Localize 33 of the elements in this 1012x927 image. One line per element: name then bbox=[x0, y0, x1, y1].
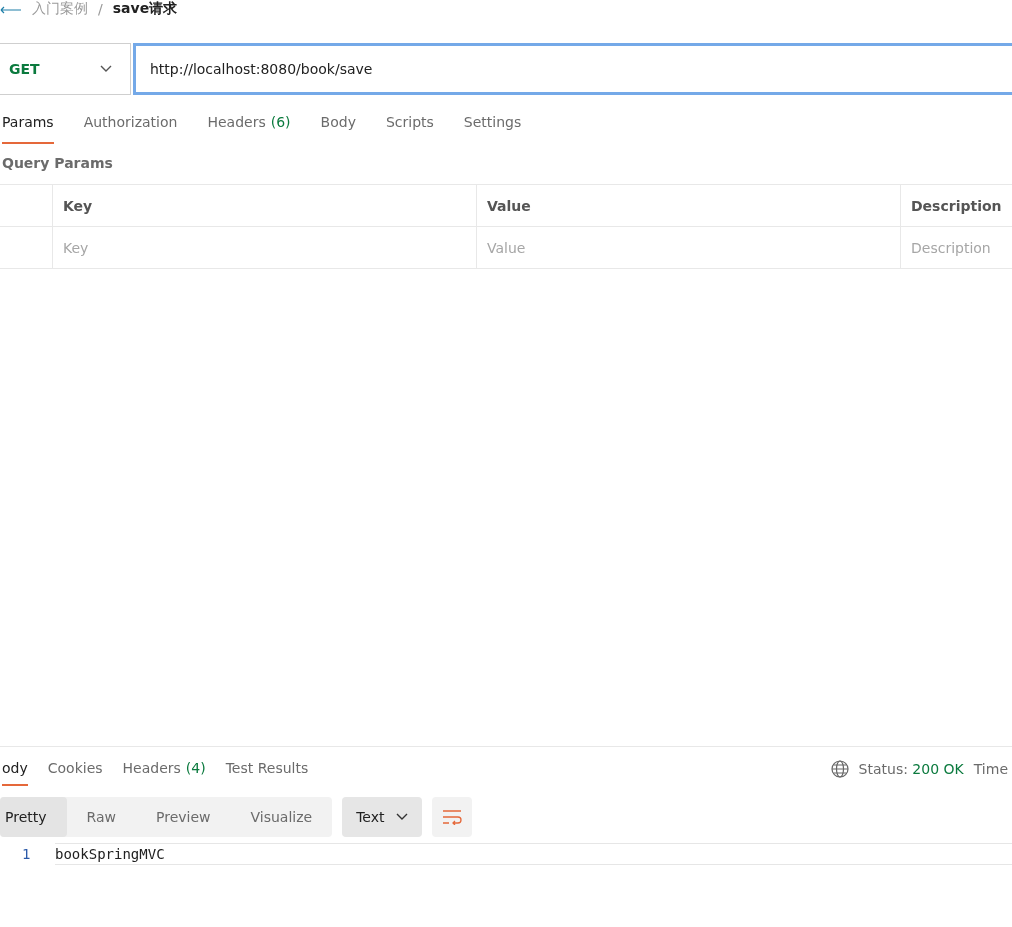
column-header: Description bbox=[911, 197, 1002, 214]
line-number: 1 bbox=[21, 846, 32, 862]
globe-icon[interactable] bbox=[830, 760, 849, 778]
request-tab[interactable]: Body bbox=[320, 114, 356, 144]
column-header: Value bbox=[487, 197, 531, 214]
response-tab[interactable]: ody bbox=[2, 760, 28, 786]
request-title: save请求 bbox=[112, 0, 178, 18]
wrap-icon bbox=[442, 809, 463, 825]
request-tab[interactable]: Scripts bbox=[385, 114, 434, 144]
response-tab[interactable]: Test Results bbox=[225, 760, 309, 786]
breadcrumb-item[interactable]: 入门案例 bbox=[32, 0, 88, 18]
format-dropdown[interactable]: Text bbox=[342, 797, 423, 837]
view-mode-tab[interactable]: Pretty bbox=[0, 797, 67, 837]
view-mode-tab[interactable]: Visualize bbox=[230, 797, 333, 837]
method-dropdown[interactable]: GET bbox=[0, 43, 131, 95]
wrap-lines-button[interactable] bbox=[432, 797, 473, 837]
view-mode-tab[interactable]: Preview bbox=[136, 797, 231, 837]
url-field[interactable]: http://localhost:8080/book/save bbox=[133, 43, 1012, 95]
request-tab[interactable]: Settings bbox=[463, 114, 522, 144]
code-line: bookSpringMVC bbox=[55, 846, 165, 862]
breadcrumb-separator: / bbox=[98, 1, 103, 17]
request-tab[interactable]: Params bbox=[2, 114, 54, 144]
time-label: Time bbox=[973, 761, 1008, 777]
request-tab[interactable]: Authorization bbox=[83, 114, 178, 144]
response-tab[interactable]: Headers (4) bbox=[122, 760, 206, 786]
response-tab[interactable]: Cookies bbox=[47, 760, 103, 786]
status-text: Status: 200 OK bbox=[858, 761, 964, 777]
section-title: Query Params bbox=[2, 155, 114, 173]
chevron-down-icon bbox=[396, 813, 409, 821]
chevron-down-icon bbox=[100, 65, 112, 73]
view-mode-tab[interactable]: Raw bbox=[66, 797, 136, 837]
request-tab[interactable]: Headers (6) bbox=[207, 114, 291, 144]
column-header: Key bbox=[63, 197, 93, 214]
